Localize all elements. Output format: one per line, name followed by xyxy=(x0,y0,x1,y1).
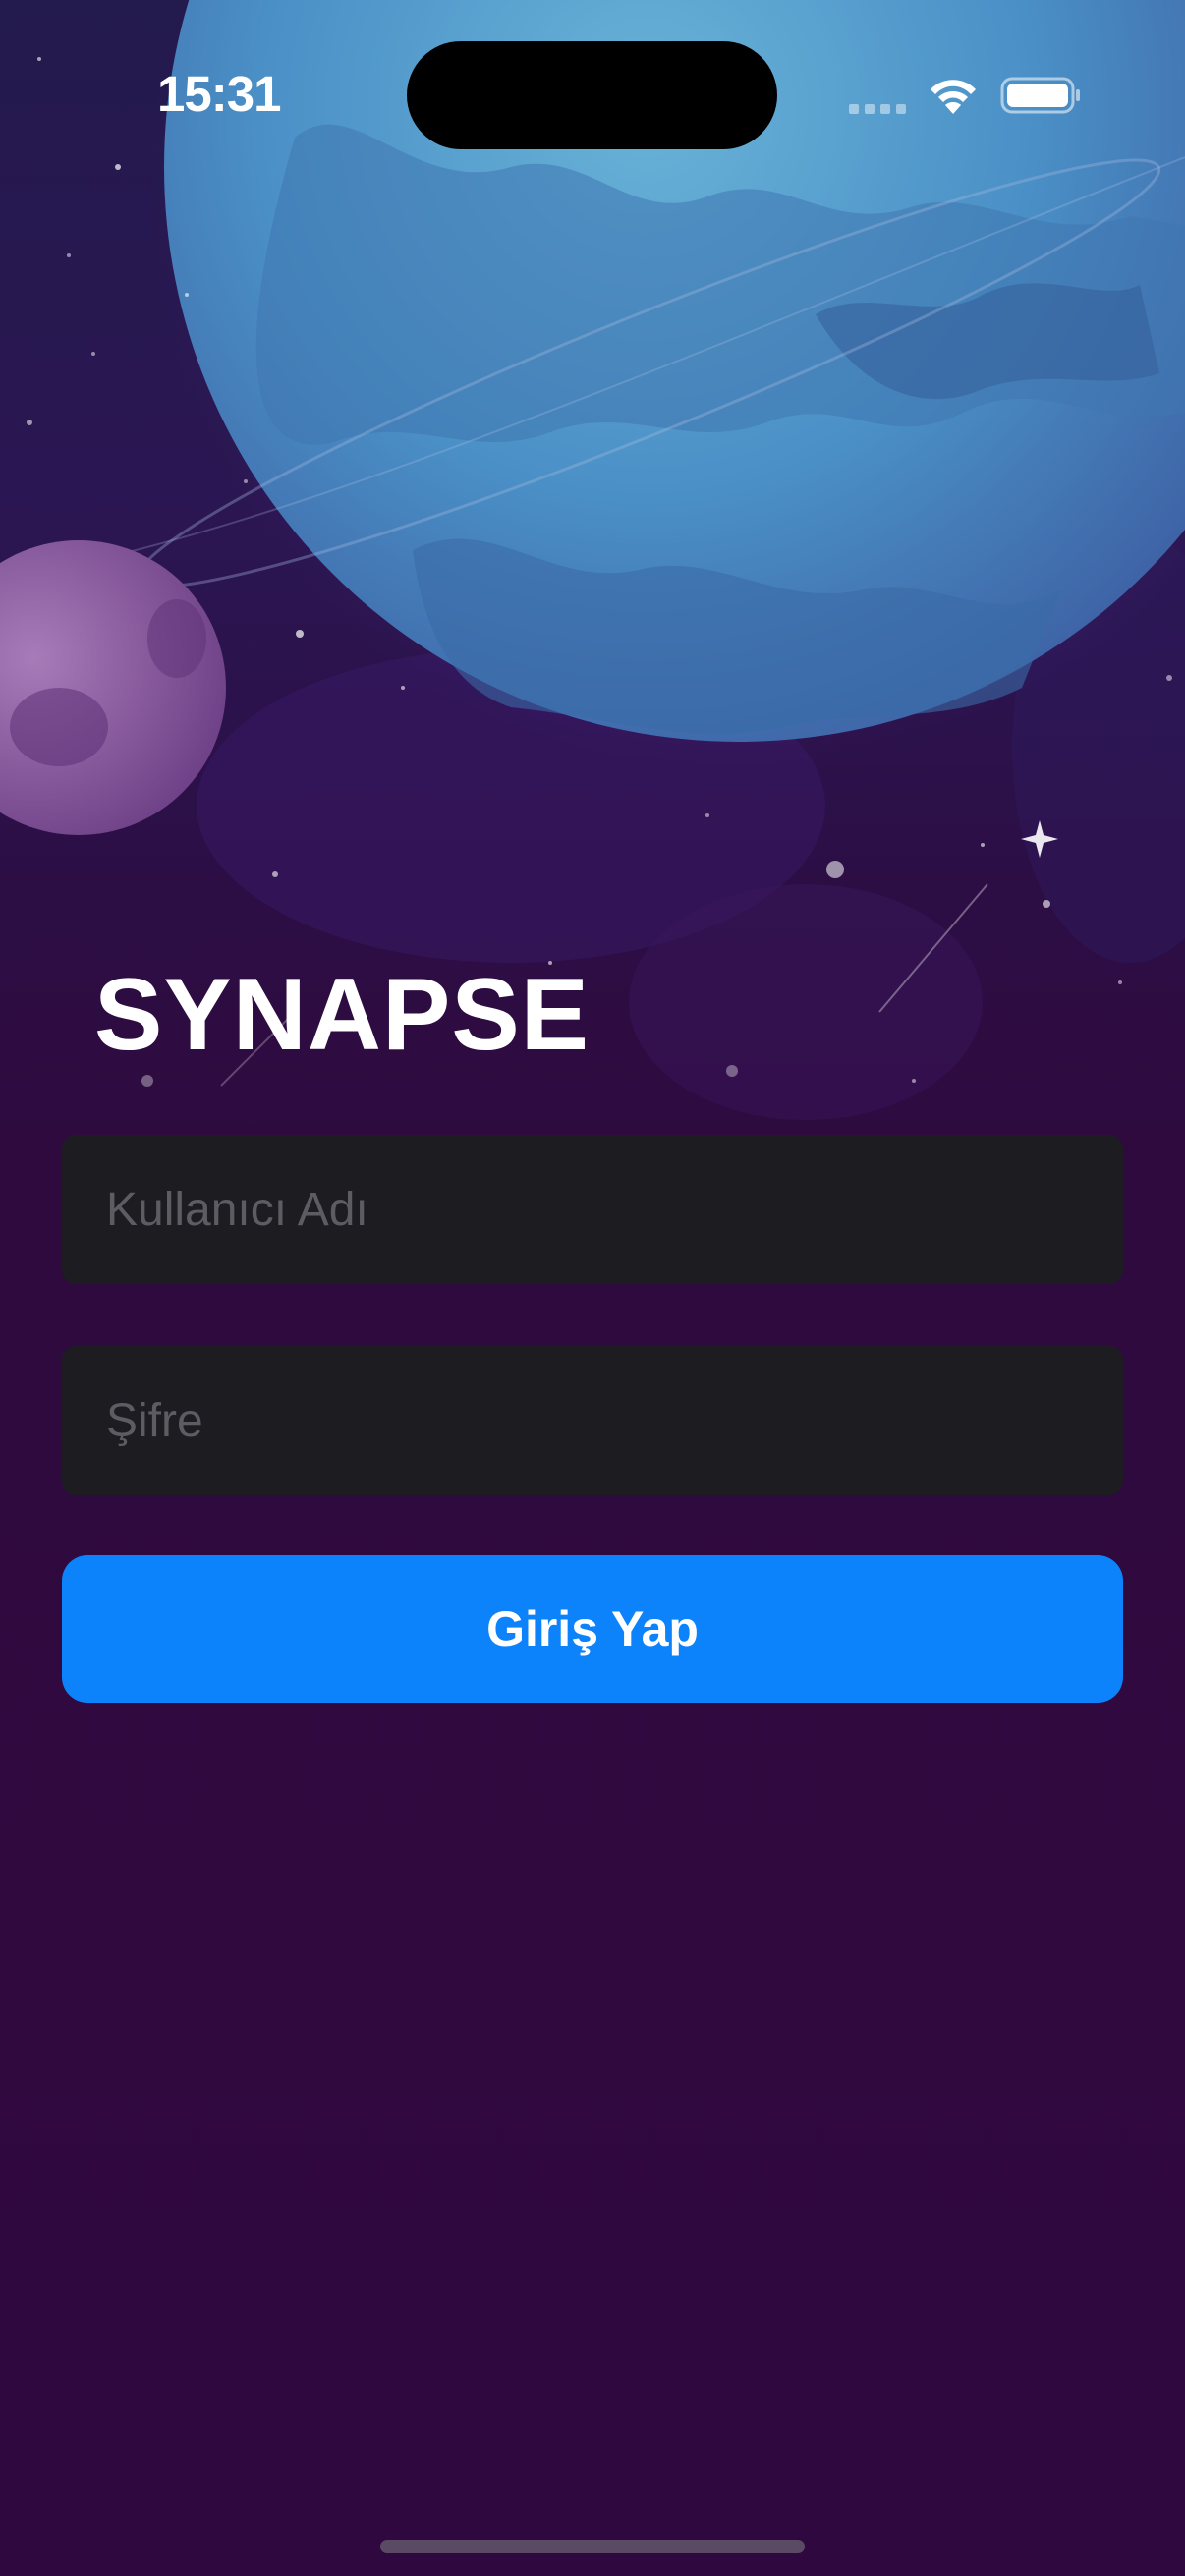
username-input[interactable] xyxy=(62,1135,1123,1284)
cellular-signal-icon xyxy=(849,104,908,116)
login-screen: 15:31 SYNAPSE Giriş Yap xyxy=(0,0,1185,2576)
wifi-icon xyxy=(931,80,976,114)
password-input[interactable] xyxy=(62,1346,1123,1495)
dynamic-island xyxy=(407,41,777,149)
username-field-container xyxy=(62,1135,1123,1284)
home-indicator[interactable] xyxy=(380,2540,805,2553)
battery-icon xyxy=(1000,77,1080,114)
status-time: 15:31 xyxy=(157,66,281,122)
status-bar: 15:31 xyxy=(0,0,1185,196)
app-title: SYNAPSE xyxy=(94,958,591,1072)
login-button[interactable]: Giriş Yap xyxy=(62,1555,1123,1703)
password-field-container xyxy=(62,1346,1123,1495)
